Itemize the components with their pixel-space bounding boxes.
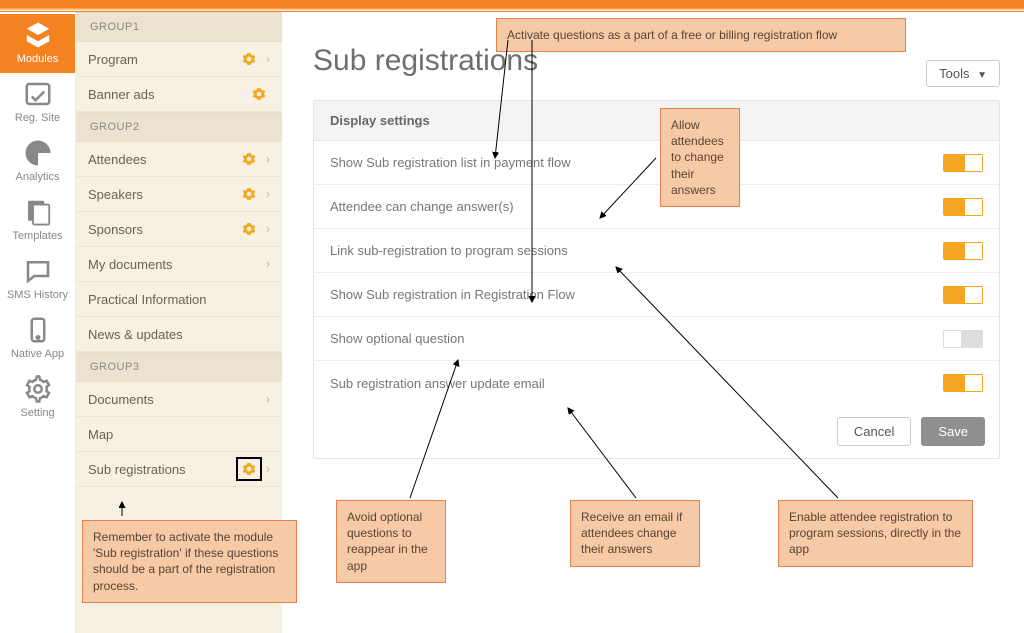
iconbar-item-sms-history[interactable]: SMS History	[0, 250, 75, 309]
native-app-icon	[23, 315, 53, 348]
sidebar-item-label: Attendees	[88, 152, 238, 167]
sidebar-group-group1: GROUP1	[76, 12, 282, 42]
setting-label: Show Sub registration list in payment fl…	[330, 155, 571, 170]
iconbar-label: Modules	[17, 53, 59, 65]
sidebar-item-attendees[interactable]: Attendees ›	[76, 142, 282, 177]
setting-label: Attendee can change answer(s)	[330, 199, 514, 214]
chevron-right-icon: ›	[266, 52, 270, 66]
setting-row-1: Attendee can change answer(s)	[314, 185, 999, 229]
setting-toggle-0[interactable]	[943, 154, 983, 172]
gear-icon[interactable]	[238, 49, 260, 69]
iconbar-label: Setting	[20, 407, 54, 419]
setting-label: Sub registration answer update email	[330, 376, 545, 391]
modules-icon	[23, 20, 53, 53]
setting-toggle-4[interactable]	[943, 330, 983, 348]
iconbar-item-native-app[interactable]: Native App	[0, 309, 75, 368]
sidebar-item-label: Documents	[88, 392, 260, 407]
sidebar-item-label: Practical Information	[88, 292, 270, 307]
chevron-right-icon: ›	[266, 392, 270, 406]
callout-receive-email: Receive an email if attendees change the…	[570, 500, 700, 567]
icon-bar: Modules Reg. Site Analytics Templates SMS Hi…	[0, 12, 75, 633]
setting-label: Show Sub registration in Registration Fl…	[330, 287, 575, 302]
display-settings-panel: Display settings Show Sub registration l…	[313, 100, 1000, 459]
callout-enable-sessions: Enable attendee registration to program …	[778, 500, 973, 567]
sidebar-item-label: Sub registrations	[88, 462, 238, 477]
sidebar-item-banner-ads[interactable]: Banner ads	[76, 77, 282, 112]
callout-remember-module: Remember to activate the module 'Sub reg…	[82, 520, 297, 603]
callout-activate-flow: Activate questions as a part of a free o…	[496, 18, 906, 52]
sidebar-item-my-documents[interactable]: My documents ›	[76, 247, 282, 282]
cancel-button[interactable]: Cancel	[837, 417, 911, 446]
setting-toggle-2[interactable]	[943, 242, 983, 260]
callout-avoid-optional: Avoid optional questions to reappear in …	[336, 500, 446, 583]
setting-icon	[23, 374, 53, 407]
sidebar-item-documents[interactable]: Documents ›	[76, 382, 282, 417]
sidebar-item-sponsors[interactable]: Sponsors ›	[76, 212, 282, 247]
sidebar-item-label: Program	[88, 52, 238, 67]
reg-site-icon	[23, 79, 53, 112]
setting-label: Show optional question	[330, 331, 464, 346]
iconbar-item-reg-site[interactable]: Reg. Site	[0, 73, 75, 132]
gear-icon[interactable]	[238, 149, 260, 169]
chevron-right-icon: ›	[266, 152, 270, 166]
iconbar-label: Templates	[12, 230, 62, 242]
chevron-right-icon: ›	[266, 222, 270, 236]
caret-down-icon: ▼	[977, 70, 987, 81]
analytics-icon	[23, 138, 53, 171]
sidebar-group-group2: GROUP2	[76, 112, 282, 142]
iconbar-item-analytics[interactable]: Analytics	[0, 132, 75, 191]
sidebar-item-program[interactable]: Program ›	[76, 42, 282, 77]
sidebar-item-label: Sponsors	[88, 222, 238, 237]
setting-row-3: Show Sub registration in Registration Fl…	[314, 273, 999, 317]
gear-icon[interactable]	[238, 219, 260, 239]
setting-label: Link sub-registration to program session…	[330, 243, 568, 258]
sidebar-item-news-updates[interactable]: News & updates	[76, 317, 282, 352]
chevron-right-icon: ›	[266, 187, 270, 201]
sms-history-icon	[23, 256, 53, 289]
setting-toggle-5[interactable]	[943, 374, 983, 392]
sidebar-item-label: Map	[88, 427, 270, 442]
sidebar-item-label: My documents	[88, 257, 260, 272]
sidebar-item-practical-information[interactable]: Practical Information	[76, 282, 282, 317]
chevron-right-icon: ›	[266, 257, 270, 271]
templates-icon	[23, 197, 53, 230]
iconbar-item-modules[interactable]: Modules	[0, 14, 75, 73]
sidebar-item-map[interactable]: Map	[76, 417, 282, 452]
gear-icon[interactable]	[238, 459, 260, 479]
sidebar-item-label: Banner ads	[88, 87, 248, 102]
iconbar-label: Analytics	[15, 171, 59, 183]
gear-icon[interactable]	[248, 84, 270, 104]
chevron-right-icon: ›	[266, 462, 270, 476]
setting-row-5: Sub registration answer update email	[314, 361, 999, 405]
save-button[interactable]: Save	[921, 417, 985, 446]
sidebar-item-speakers[interactable]: Speakers ›	[76, 177, 282, 212]
panel-header: Display settings	[314, 101, 999, 141]
iconbar-item-setting[interactable]: Setting	[0, 368, 75, 427]
tools-label: Tools	[939, 66, 969, 81]
panel-actions: Cancel Save	[314, 405, 999, 458]
sidebar-item-label: News & updates	[88, 327, 270, 342]
setting-toggle-3[interactable]	[943, 286, 983, 304]
iconbar-label: SMS History	[7, 289, 68, 301]
iconbar-item-templates[interactable]: Templates	[0, 191, 75, 250]
gear-icon[interactable]	[238, 184, 260, 204]
iconbar-label: Native App	[11, 348, 64, 360]
setting-row-4: Show optional question	[314, 317, 999, 361]
sidebar-group-group3: GROUP3	[76, 352, 282, 382]
setting-row-0: Show Sub registration list in payment fl…	[314, 141, 999, 185]
callout-allow-change: Allow attendees to change their answers	[660, 108, 740, 207]
top-accent-bar	[0, 0, 1024, 12]
setting-toggle-1[interactable]	[943, 198, 983, 216]
tools-dropdown[interactable]: Tools ▼	[926, 60, 1000, 87]
sidebar-item-label: Speakers	[88, 187, 238, 202]
iconbar-label: Reg. Site	[15, 112, 60, 124]
setting-row-2: Link sub-registration to program session…	[314, 229, 999, 273]
sidebar-item-sub-registrations[interactable]: Sub registrations ›	[76, 452, 282, 487]
